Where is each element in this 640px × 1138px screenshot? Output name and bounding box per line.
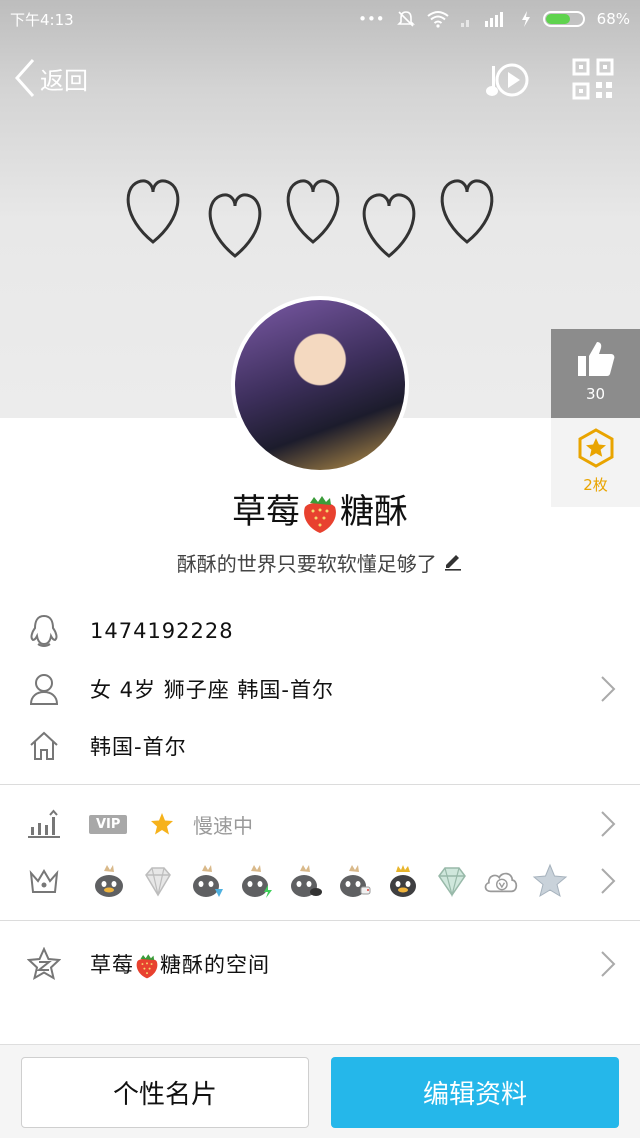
nickname-part-1: 草莓: [232, 492, 300, 532]
mute-icon: [396, 11, 415, 27]
penguin-icon: [26, 613, 62, 649]
avatar-image: [235, 300, 405, 470]
signature[interactable]: 酥酥的世界只要软软懂足够了: [0, 548, 640, 577]
qzone-title-part-2: 糖酥的空间: [160, 952, 270, 977]
growth-chart-icon: [26, 806, 62, 842]
music-play-icon: [486, 63, 529, 97]
nickname: 草莓 糖酥: [0, 484, 640, 535]
green-diamond-badge-icon: [433, 862, 471, 900]
penguin-badge-icon: [90, 862, 128, 900]
penguin-green-badge-icon: [237, 862, 275, 900]
chevron-right-icon: [601, 811, 616, 837]
wifi-icon: [427, 11, 449, 28]
vip-tag: VIP: [89, 814, 128, 834]
cover-hearts-decoration: [126, 179, 494, 258]
diamond-badge-icon: [139, 862, 177, 900]
qq-number-row: 1474192228: [0, 602, 640, 660]
back-label: 返回: [40, 66, 88, 95]
edit-pencil-icon: [445, 555, 462, 571]
cloud-v-badge-icon: [482, 862, 520, 900]
home-icon: [26, 728, 62, 764]
signature-text: 酥酥的世界只要软软懂足够了: [176, 552, 437, 576]
charging-icon: [521, 11, 530, 27]
section-divider: [0, 920, 640, 921]
location-row: 韩国-首尔: [0, 717, 640, 775]
penguin-dark-badge-icon: [286, 862, 324, 900]
qq-number: 1474192228: [90, 619, 234, 643]
nickname-part-2: 糖酥: [340, 492, 408, 532]
chevron-left-icon: [14, 59, 35, 97]
penguin-crown-badge-icon: [384, 862, 422, 900]
status-time: 下午4:13: [10, 10, 74, 29]
speed-status: 慢速中: [193, 813, 253, 838]
avatar[interactable]: [231, 296, 409, 474]
star-badge-icon: [531, 862, 569, 900]
strawberry-icon: [136, 953, 158, 978]
penguin-blue-badge-icon: [188, 862, 226, 900]
star-icon: [151, 813, 173, 835]
qzone-title-part-1: 草莓: [90, 952, 134, 977]
badges-row[interactable]: [0, 852, 640, 910]
battery-percent: 68%: [596, 10, 630, 28]
section-divider: [0, 784, 640, 785]
chevron-right-icon: [601, 951, 616, 977]
profile-card-button[interactable]: 个性名片: [21, 1057, 309, 1128]
qzone-star-icon: [26, 946, 62, 982]
penguin-game-badge-icon: [335, 862, 373, 900]
like-button[interactable]: 30: [551, 329, 640, 418]
more-dots-icon: •••: [358, 10, 385, 28]
chevron-right-icon: [601, 868, 616, 894]
crown-icon: [26, 863, 62, 899]
person-icon: [26, 671, 62, 707]
music-button[interactable]: [486, 58, 532, 106]
strawberry-icon: [304, 495, 336, 533]
back-button[interactable]: 返回: [14, 58, 88, 98]
vip-row[interactable]: VIP 慢速中: [0, 795, 640, 853]
location: 韩国-首尔: [90, 735, 187, 759]
nav-bar: 返回: [0, 50, 640, 110]
qzone-title: 草莓 糖酥的空间: [90, 949, 270, 980]
bottom-action-bar: 个性名片 编辑资料: [0, 1044, 640, 1138]
personal-info: 女 4岁 狮子座 韩国-首尔: [90, 678, 334, 702]
battery-icon: [542, 11, 585, 27]
qr-code-icon: [572, 58, 614, 100]
edit-profile-button[interactable]: 编辑资料: [331, 1057, 619, 1128]
badge-list: [90, 862, 569, 900]
signal-icon: [460, 12, 503, 27]
thumbs-up-icon: [577, 342, 614, 376]
qr-code-button[interactable]: [572, 58, 614, 104]
like-count: 30: [585, 385, 606, 403]
status-bar: 下午4:13 ••• 68%: [0, 0, 640, 38]
personal-info-row[interactable]: 女 4岁 狮子座 韩国-首尔: [0, 660, 640, 718]
star-badge-icon: [578, 428, 613, 468]
chevron-right-icon: [601, 676, 616, 702]
qzone-row[interactable]: 草莓 糖酥的空间: [0, 935, 640, 993]
status-icons: ••• 68%: [358, 10, 630, 28]
